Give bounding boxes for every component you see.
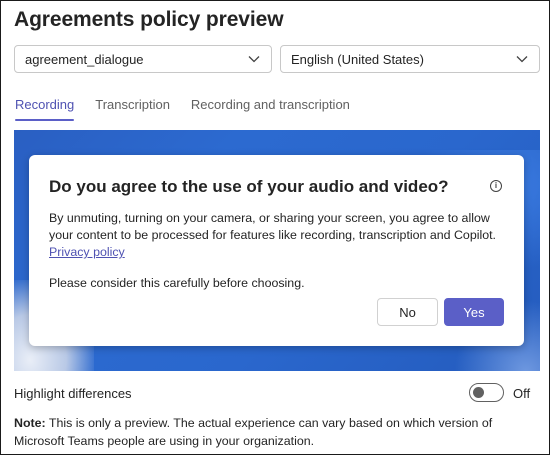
no-button[interactable]: No [377,298,438,326]
page-title: Agreements policy preview [14,8,284,31]
tab-recording-and-transcription[interactable]: Recording and transcription [191,97,350,120]
highlight-differences-toggle[interactable] [469,383,504,402]
preview-area: Do you agree to the use of your audio an… [14,130,540,371]
dialog-title: Do you agree to the use of your audio an… [49,177,449,196]
policy-dropdown-value: agreement_dialogue [25,51,144,67]
note-text: This is only a preview. The actual exper… [14,416,493,448]
dialog-body: By unmuting, turning on your camera, or … [49,210,509,261]
chevron-down-icon [247,52,261,66]
note-label: Note: [14,416,46,430]
toggle-state-label: Off [513,386,531,401]
preview-note: Note: This is only a preview. The actual… [14,414,540,450]
yes-button[interactable]: Yes [444,298,504,326]
language-dropdown-value: English (United States) [291,51,424,67]
info-icon[interactable]: i [490,180,502,192]
highlight-differences-label: Highlight differences [14,386,132,401]
privacy-policy-link[interactable]: Privacy policy [49,245,125,259]
tab-list: Recording Transcription Recording and tr… [15,97,371,121]
tab-transcription[interactable]: Transcription [95,97,170,120]
policy-dropdown[interactable]: agreement_dialogue [14,45,272,73]
policy-preview-panel: Agreements policy preview agreement_dial… [0,0,550,455]
agreement-dialog: Do you agree to the use of your audio an… [29,155,524,346]
toggle-knob [473,387,484,398]
dialog-note: Please consider this carefully before ch… [49,276,305,290]
tab-recording[interactable]: Recording [15,97,75,121]
language-dropdown[interactable]: English (United States) [280,45,540,73]
dialog-body-text: By unmuting, turning on your camera, or … [49,211,496,242]
chevron-down-icon [515,52,529,66]
